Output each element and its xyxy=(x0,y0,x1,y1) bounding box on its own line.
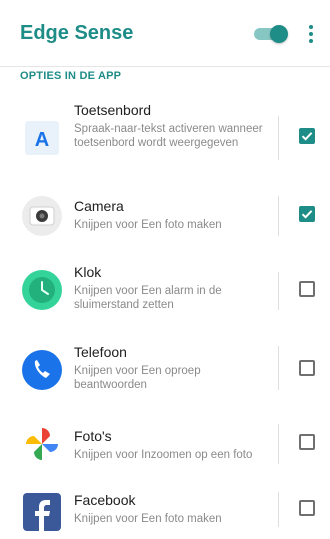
keyboard-icon: A xyxy=(20,116,64,160)
item-title: Toetsenbord xyxy=(74,102,152,118)
telefoon-checkbox[interactable] xyxy=(299,360,315,376)
item-description: Knijpen voor Een alarm in de sluimerstan… xyxy=(74,285,222,311)
item-title: Telefoon xyxy=(74,344,127,360)
clock-icon xyxy=(20,268,64,312)
app-title: Edge Sense xyxy=(20,22,134,44)
item-title: Camera xyxy=(74,198,124,214)
list-item-telefoon[interactable]: Telefoon Knijpen voor Een oproep beantwo… xyxy=(0,340,330,420)
svg-text:A: A xyxy=(35,129,49,151)
edge-sense-toggle[interactable] xyxy=(254,25,288,43)
facebook-icon xyxy=(20,490,64,534)
item-description: Knijpen voor Een foto maken xyxy=(74,513,222,525)
section-header: OPTIES IN DE APP xyxy=(20,70,122,82)
list-item-facebook[interactable]: Facebook Knijpen voor Een foto maken xyxy=(0,478,330,531)
list-item-camera[interactable]: Camera Knijpen voor Een foto maken xyxy=(0,182,330,262)
facebook-checkbox[interactable] xyxy=(299,500,315,516)
item-description: Knijpen voor Een oproep beantwoorden xyxy=(74,365,201,391)
photos-icon xyxy=(20,422,64,466)
item-description: Knijpen voor Een foto maken xyxy=(74,219,222,231)
app-bar: Edge Sense xyxy=(0,0,330,67)
item-title: Klok xyxy=(74,264,102,280)
klok-checkbox[interactable] xyxy=(299,281,315,297)
list-item-klok[interactable]: Klok Knijpen voor Een alarm in de sluime… xyxy=(0,260,330,340)
toggle-thumb xyxy=(270,25,288,43)
item-description: Knijpen voor Inzoomen op een foto xyxy=(74,449,253,461)
camera-checkbox[interactable] xyxy=(299,206,315,222)
more-vert-icon[interactable] xyxy=(306,24,316,44)
camera-icon xyxy=(20,194,64,238)
fotos-checkbox[interactable] xyxy=(299,434,315,450)
list-item-toetsenbord[interactable]: A Toetsenbord Spraak-naar-tekst activere… xyxy=(0,92,330,182)
item-title: Foto's xyxy=(74,428,112,444)
item-description: Spraak-naar-tekst activeren wanneer toet… xyxy=(74,123,263,149)
toetsenbord-checkbox[interactable] xyxy=(299,128,315,144)
item-title: Facebook xyxy=(74,492,136,508)
phone-icon xyxy=(20,348,64,392)
